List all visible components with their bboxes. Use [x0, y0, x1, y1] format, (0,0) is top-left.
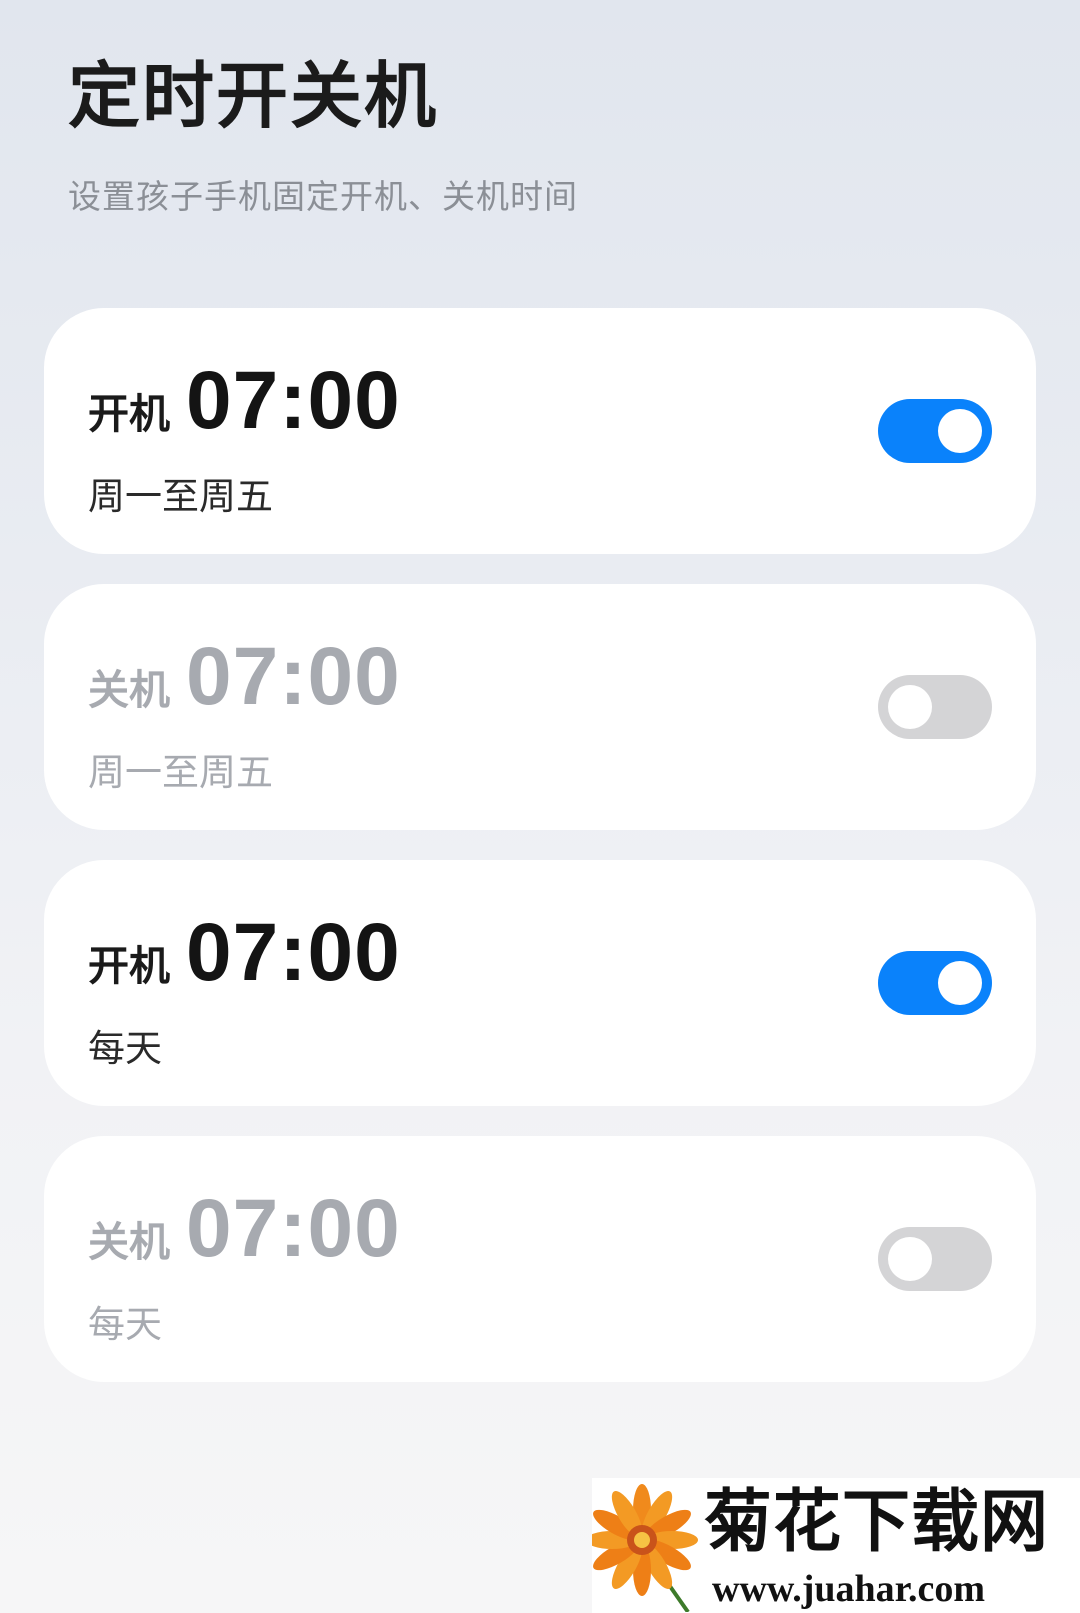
schedule-toggle-switch[interactable]: [878, 1227, 992, 1291]
toggle-knob: [938, 961, 982, 1005]
schedule-action-label: 关机: [88, 666, 170, 714]
schedule-title-row: 关机 07:00: [88, 636, 401, 718]
schedule-days: 每天: [88, 1303, 162, 1346]
schedule-list: 开机 07:00 周一至周五 关机 07:00 周一至周五 开机 07:00 每…: [44, 308, 1036, 1412]
watermark: 菊花下载网 www.juahar.com: [592, 1478, 1080, 1613]
watermark-name: 菊花下载网: [704, 1483, 1050, 1562]
schedule-title-row: 开机 07:00: [88, 912, 401, 994]
chrysanthemum-logo-icon: [592, 1484, 698, 1612]
schedule-time: 07:00: [186, 1183, 401, 1274]
schedule-days: 每天: [88, 1027, 162, 1070]
schedule-card-power-on-daily[interactable]: 开机 07:00 每天: [44, 860, 1036, 1106]
schedule-toggle-switch[interactable]: [878, 951, 992, 1015]
schedule-text: 关机 07:00 每天: [88, 1188, 401, 1348]
schedule-text: 关机 07:00 周一至周五: [88, 636, 401, 796]
schedule-action-label: 开机: [88, 942, 170, 990]
watermark-url: www.juahar.com: [712, 1568, 986, 1610]
toggle-knob: [888, 1237, 932, 1281]
schedule-card-power-off-daily[interactable]: 关机 07:00 每天: [44, 1136, 1036, 1382]
schedule-time: 07:00: [186, 907, 401, 998]
schedule-toggle-switch[interactable]: [878, 675, 992, 739]
page-title: 定时开关机: [68, 54, 439, 138]
schedule-days: 周一至周五: [88, 475, 273, 518]
schedule-text: 开机 07:00 周一至周五: [88, 360, 401, 520]
toggle-knob: [888, 685, 932, 729]
toggle-knob: [938, 409, 982, 453]
page-header: 定时开关机 设置孩子手机固定开机、关机时间: [68, 60, 578, 218]
schedule-action-label: 开机: [88, 390, 170, 438]
schedule-action-label: 关机: [88, 1218, 170, 1266]
schedule-toggle-switch[interactable]: [878, 399, 992, 463]
schedule-card-power-on-weekdays[interactable]: 开机 07:00 周一至周五: [44, 308, 1036, 554]
schedule-card-power-off-weekdays[interactable]: 关机 07:00 周一至周五: [44, 584, 1036, 830]
schedule-days: 周一至周五: [88, 751, 273, 794]
schedule-title-row: 关机 07:00: [88, 1188, 401, 1270]
schedule-text: 开机 07:00 每天: [88, 912, 401, 1072]
schedule-time: 07:00: [186, 355, 401, 446]
schedule-title-row: 开机 07:00: [88, 360, 401, 442]
page-subtitle: 设置孩子手机固定开机、关机时间: [68, 177, 578, 216]
schedule-time: 07:00: [186, 631, 401, 722]
